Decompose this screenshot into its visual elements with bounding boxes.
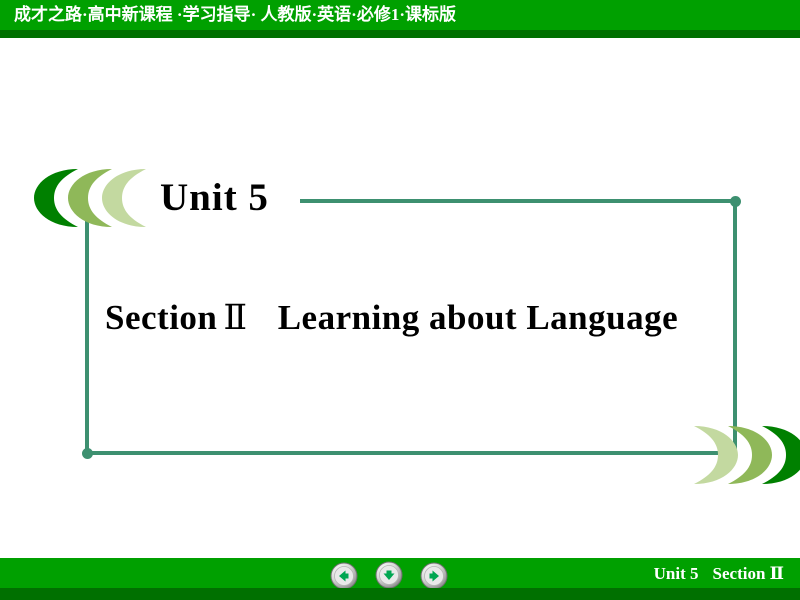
section-title-label: Section <box>105 298 218 337</box>
crescent-decoration-top-left <box>32 165 152 231</box>
crescent-decoration-bottom-right <box>688 422 800 488</box>
footer-bar: Unit 5 Section Ⅱ <box>0 558 800 600</box>
frame-left-line <box>85 206 89 455</box>
header-bar: 成才之路·高中新课程 ·学习指导· 人教版·英语·必修1·课标版 <box>0 0 800 38</box>
header-banner-text: 成才之路·高中新课程 ·学习指导· 人教版·英语·必修1·课标版 <box>14 5 457 24</box>
next-step-button[interactable] <box>375 561 403 589</box>
slide-stage: Unit 5 Section Ⅱ Learning about Language <box>0 38 800 558</box>
frame-top-line <box>300 199 737 203</box>
frame-right-line <box>733 199 737 453</box>
section-title-number: Ⅱ <box>223 298 248 337</box>
frame-bottom-line <box>85 451 737 455</box>
footer-section-number: Ⅱ <box>769 564 784 583</box>
frame-corner-dot-top-right <box>730 196 741 207</box>
unit-title: Unit 5 <box>160 176 269 219</box>
navigation-button-group <box>330 561 460 591</box>
footer-unit-label: Unit 5 <box>653 564 699 583</box>
crescent-icon-light <box>102 169 146 227</box>
previous-slide-button[interactable] <box>330 562 358 590</box>
crescent-icon-light <box>694 426 738 484</box>
section-title: Section Ⅱ Learning about Language <box>105 298 678 338</box>
next-slide-button[interactable] <box>420 562 448 590</box>
header-bar-shadow <box>0 30 800 38</box>
footer-bar-shadow <box>0 588 800 600</box>
footer-section-label: Section <box>712 564 766 583</box>
section-title-name: Learning about Language <box>277 298 679 337</box>
frame-corner-dot-bottom-left <box>82 448 93 459</box>
footer-breadcrumb: Unit 5 Section Ⅱ <box>654 562 784 586</box>
